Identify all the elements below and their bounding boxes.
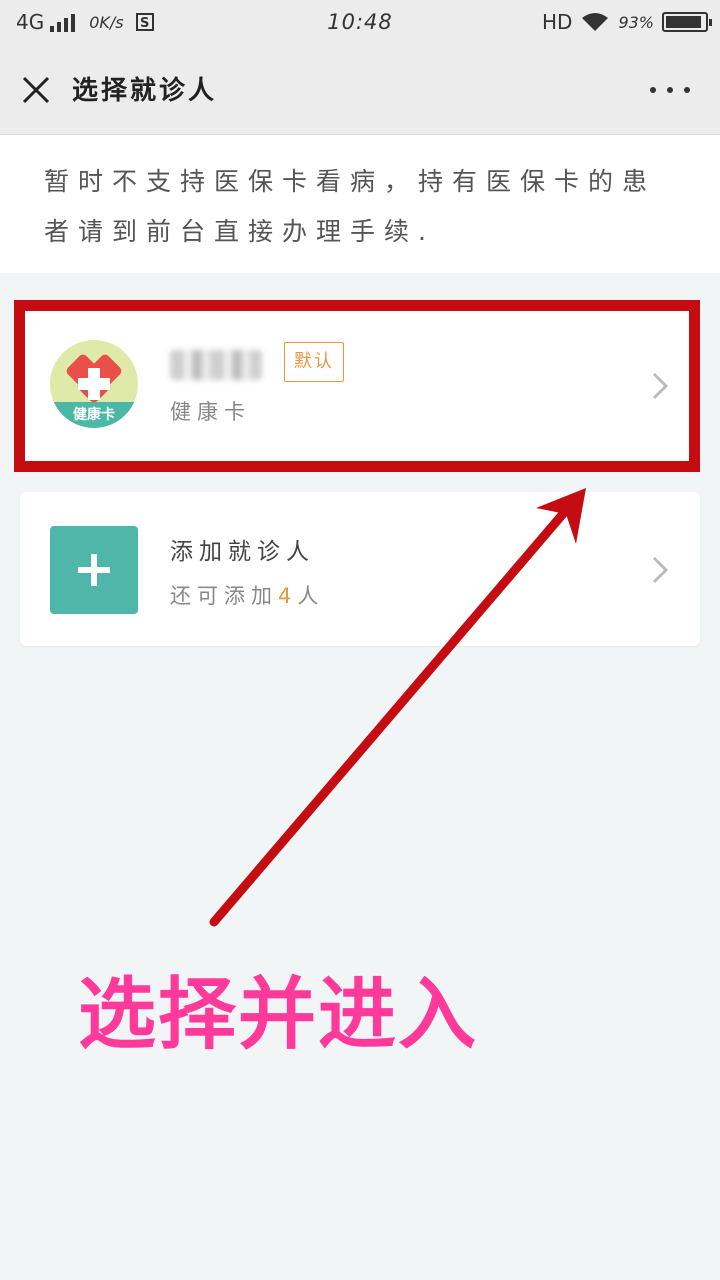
more-button[interactable] [650,78,690,102]
chevron-right-icon [652,556,669,584]
battery-percent: 93% [618,12,654,32]
default-badge: 默认 [284,342,344,382]
add-patient-title: 添加就诊人 [170,539,315,565]
add-patient-card[interactable]: 添加就诊人 还可添加4人 [20,492,700,646]
insurance-notice: 暂时不支持医保卡看病，持有医保卡的患者请到前台直接办理手续. [0,135,720,273]
add-remaining-text: 还可添加4人 [170,580,324,610]
health-card-avatar: 健康卡 [50,340,138,428]
wifi-icon [582,13,609,31]
more-icon [650,87,656,93]
close-button[interactable] [18,72,54,108]
add-icon-box [50,526,138,614]
remaining-count: 4 [278,584,298,608]
patient-card[interactable]: 健康卡 默认 健康卡 [20,306,700,466]
patient-name [170,350,262,380]
card-type-label: 健康卡 [170,400,251,424]
plus-icon [78,554,110,586]
close-icon [22,76,50,104]
battery-icon [662,12,712,32]
remaining-suffix: 人 [297,584,325,608]
avatar-label: 健康卡 [73,407,115,423]
chevron-right-icon [652,372,669,400]
page-title: 选择就诊人 [72,76,218,106]
annotation-caption: 选择并进入 [78,970,479,1060]
hd-indicator: HD [541,10,573,34]
status-right: HD 93% [541,10,712,34]
status-bar: 4G 0K/s S 10:48 HD 93% [0,0,720,48]
nav-header: 选择就诊人 [0,48,720,135]
remaining-prefix: 还可添加 [170,584,278,608]
